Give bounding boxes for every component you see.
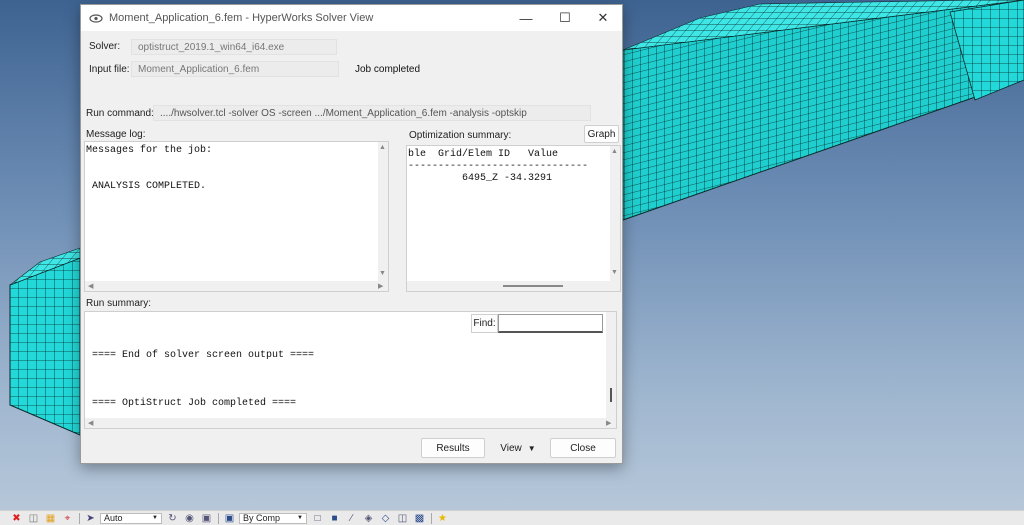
scroll-left-icon[interactable]: ◀ <box>88 282 93 290</box>
input-file-field: Moment_Application_6.fem <box>131 61 339 77</box>
view-button-label: View <box>500 442 522 454</box>
window-icon[interactable]: ▩ <box>413 513 426 524</box>
log-line: ==== End of solver screen output ==== <box>86 350 315 361</box>
bycomp-select-label: By Comp <box>243 512 281 523</box>
beam-end-face <box>9 257 81 436</box>
title-bar[interactable]: Moment_Application_6.fem - HyperWorks So… <box>81 5 622 31</box>
minimize-icon[interactable]: — <box>507 5 545 31</box>
window-title: Moment_Application_6.fem - HyperWorks So… <box>109 12 374 24</box>
results-button[interactable]: Results <box>421 438 485 458</box>
opt-summary-text: ble Grid/Elem ID Value ------------------… <box>408 149 588 185</box>
message-log-vscroll[interactable]: ▲ ▼ <box>378 142 388 282</box>
view-cube-icon[interactable]: ◇ <box>379 513 392 524</box>
maximize-icon[interactable]: ☐ <box>546 5 584 31</box>
wireframe-icon[interactable]: □ <box>311 513 324 524</box>
line-icon[interactable]: ∕ <box>345 513 358 524</box>
run-command-field: ..../hwsolver.tcl -solver OS -screen ...… <box>153 105 591 121</box>
scroll-down-icon[interactable]: ▼ <box>611 269 618 276</box>
scroll-up-icon[interactable]: ▲ <box>611 148 618 155</box>
message-log-text: Messages for the job: ANALYSIS COMPLETED… <box>86 145 212 193</box>
cylinder-icon[interactable]: ◫ <box>27 513 40 524</box>
star-icon[interactable]: ★ <box>436 513 449 524</box>
opt-summary-vscroll[interactable]: ▲ ▼ <box>610 146 620 281</box>
rotate-icon[interactable]: ↻ <box>166 513 179 524</box>
chevron-down-icon: ▼ <box>297 514 303 521</box>
folder-icon[interactable]: ▦ <box>44 513 57 524</box>
component-cube-icon[interactable]: ▣ <box>223 513 236 524</box>
log-line: ==== OptiStruct Job completed ==== <box>86 398 297 409</box>
scroll-right-icon[interactable]: ▶ <box>606 419 611 427</box>
scroll-down-icon[interactable]: ▼ <box>379 270 386 277</box>
log-line: Messages for the job: <box>86 145 213 156</box>
scroll-right-icon[interactable]: ▶ <box>378 282 383 290</box>
split-view-icon[interactable]: ◫ <box>396 513 409 524</box>
message-log-label: Message log: <box>86 129 146 140</box>
scroll-thumb[interactable] <box>503 285 563 287</box>
chevron-down-icon: ▼ <box>527 443 536 453</box>
run-summary-hscroll[interactable]: ◀ ▶ <box>85 418 616 428</box>
hyperworks-eye-icon <box>89 13 103 23</box>
bottom-toolbar: ✖ ◫ ▦ ⌖ ➤ Auto ▼ ↻ ◉ ▣ ▣ By Comp ▼ □ ■ ∕ ◈… <box>0 510 1024 525</box>
log-line: ------------------------------ <box>408 161 589 172</box>
scroll-left-icon[interactable]: ◀ <box>88 419 93 427</box>
solver-label: Solver: <box>89 41 121 52</box>
find-label: Find: <box>471 314 498 333</box>
message-log-hscroll[interactable]: ◀ ▶ <box>85 281 388 291</box>
close-icon[interactable]: ✕ <box>584 5 622 31</box>
auto-select[interactable]: Auto ▼ <box>100 512 162 524</box>
graph-button[interactable]: Graph <box>584 125 619 143</box>
xyz-axis-icon[interactable]: ⌖ <box>61 513 74 524</box>
log-line: 6495_Z -34.3291 <box>408 173 553 184</box>
log-line: ANALYSIS COMPLETED. <box>86 181 207 192</box>
cube-icon[interactable]: ▣ <box>200 513 213 524</box>
pointer-icon[interactable]: ➤ <box>84 513 97 524</box>
input-file-label: Input file: <box>89 64 130 75</box>
scroll-thumb[interactable] <box>610 388 612 402</box>
solid-cube-icon[interactable]: ■ <box>328 513 341 524</box>
run-summary-label: Run summary: <box>86 298 152 309</box>
close-button[interactable]: Close <box>550 438 616 458</box>
job-status-text: Job completed <box>355 64 421 75</box>
view-menu-button[interactable]: View ▼ <box>492 438 544 458</box>
find-input[interactable] <box>498 314 603 333</box>
message-log-panel[interactable]: Messages for the job: ANALYSIS COMPLETED… <box>84 141 389 292</box>
layers-icon[interactable]: ◈ <box>362 513 375 524</box>
run-summary-text: ==== End of solver screen output ==== ==… <box>86 314 314 410</box>
opt-summary-hscroll[interactable] <box>407 281 620 291</box>
run-summary-vscroll[interactable] <box>606 312 616 418</box>
opt-summary-label: Optimization summary: <box>409 130 512 141</box>
run-command-label: Run command: <box>86 108 154 119</box>
solver-field: optistruct_2019.1_win64_i64.exe <box>131 39 337 55</box>
scroll-up-icon[interactable]: ▲ <box>379 144 386 151</box>
chevron-down-icon: ▼ <box>152 514 158 521</box>
bycomp-select[interactable]: By Comp ▼ <box>239 512 307 524</box>
auto-select-label: Auto <box>104 512 123 523</box>
solver-view-dialog: Moment_Application_6.fem - HyperWorks So… <box>80 4 623 464</box>
opt-summary-panel[interactable]: ble Grid/Elem ID Value ------------------… <box>406 145 621 292</box>
log-line: ble Grid/Elem ID Value <box>408 149 559 160</box>
delete-icon[interactable]: ✖ <box>10 513 23 524</box>
shading-icon[interactable]: ◉ <box>183 513 196 524</box>
